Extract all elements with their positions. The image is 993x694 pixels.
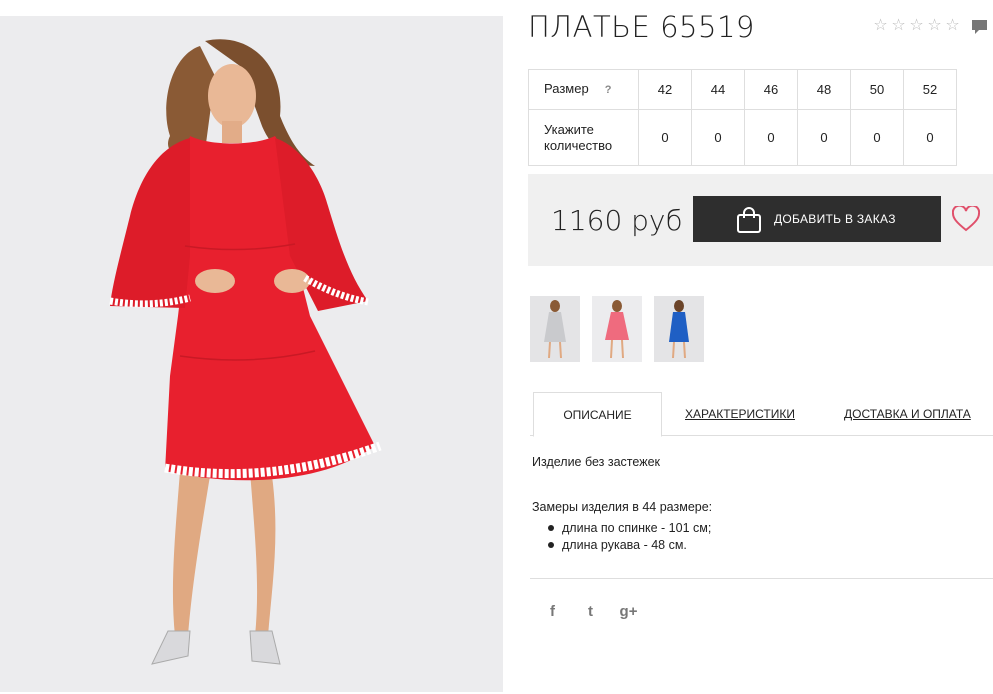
quantity-label-line2: количество xyxy=(544,137,613,153)
divider xyxy=(530,578,993,579)
product-title: ПЛАТЬЕ 65519 xyxy=(528,10,755,44)
quantity-input[interactable]: 0 xyxy=(744,109,798,166)
thumbnail-grey-dress[interactable] xyxy=(530,296,580,362)
product-main-image[interactable] xyxy=(0,16,503,692)
bullet-icon xyxy=(548,541,554,548)
blue-dress-thumbnail-image xyxy=(654,296,704,362)
size-cell: 44 xyxy=(691,69,745,110)
tab-delivery-payment[interactable]: ДОСТАВКА И ОПЛАТА xyxy=(844,392,971,436)
quantity-input[interactable]: 0 xyxy=(638,109,692,166)
tab-characteristics[interactable]: ХАРАКТЕРИСТИКИ xyxy=(685,392,795,436)
star-icon[interactable]: ☆ xyxy=(908,17,925,34)
size-row: Размер? 42 44 46 48 50 52 xyxy=(528,69,957,110)
list-item-text: длина по спинке - 101 см; xyxy=(562,521,712,535)
twitter-icon[interactable]: t xyxy=(581,603,600,620)
quantity-row: Укажите количество 0 0 0 0 0 0 xyxy=(528,109,957,166)
bullet-icon xyxy=(548,524,554,531)
add-to-order-button[interactable]: ДОБАВИТЬ В ЗАКАЗ xyxy=(693,196,941,242)
heart-icon[interactable] xyxy=(952,206,980,232)
social-share: f t g+ xyxy=(543,603,638,620)
dress-photo-illustration xyxy=(0,16,503,692)
shopping-bag-icon xyxy=(737,207,761,233)
size-cell: 48 xyxy=(797,69,851,110)
size-cell: 50 xyxy=(850,69,904,110)
size-row-header: Размер? xyxy=(528,69,639,110)
thumbnail-pink-dress[interactable] xyxy=(592,296,642,362)
buy-box: 1160 руб ДОБАВИТЬ В ЗАКАЗ xyxy=(528,174,993,266)
size-cell: 46 xyxy=(744,69,798,110)
grey-dress-thumbnail-image xyxy=(530,296,580,362)
info-tabs: ОПИСАНИЕ ХАРАКТЕРИСТИКИ ДОСТАВКА И ОПЛАТ… xyxy=(530,392,993,437)
quantity-label-line1: Укажите xyxy=(544,121,594,137)
quantity-input[interactable]: 0 xyxy=(903,109,957,166)
google-plus-icon[interactable]: g+ xyxy=(619,603,638,620)
quantity-row-header: Укажите количество xyxy=(528,109,639,166)
size-help-icon[interactable]: ? xyxy=(605,84,612,96)
list-item-text: длина рукава - 48 см. xyxy=(562,538,687,552)
list-item: длина рукава - 48 см. xyxy=(548,537,711,554)
size-table: Размер? 42 44 46 48 50 52 Укажите количе… xyxy=(528,69,957,166)
star-icon[interactable]: ☆ xyxy=(944,17,961,34)
quantity-input[interactable]: 0 xyxy=(797,109,851,166)
quantity-input[interactable]: 0 xyxy=(850,109,904,166)
quantity-input[interactable]: 0 xyxy=(691,109,745,166)
price: 1160 руб xyxy=(551,204,683,237)
star-icon[interactable]: ☆ xyxy=(890,17,907,34)
facebook-icon[interactable]: f xyxy=(543,603,562,620)
thumbnail-gallery xyxy=(530,296,704,362)
thumbnail-blue-dress[interactable] xyxy=(654,296,704,362)
rating-stars[interactable]: ☆ ☆ ☆ ☆ ☆ xyxy=(872,17,961,34)
list-item: длина по спинке - 101 см; xyxy=(548,520,711,537)
description-text: Изделие без застежек xyxy=(532,455,660,469)
size-label: Размер xyxy=(544,81,589,96)
tab-description[interactable]: ОПИСАНИЕ xyxy=(533,392,662,437)
comment-icon[interactable] xyxy=(971,19,988,36)
size-cell: 52 xyxy=(903,69,957,110)
measurements-heading: Замеры изделия в 44 размере: xyxy=(532,500,713,514)
measurements-list: длина по спинке - 101 см; длина рукава -… xyxy=(548,520,711,554)
size-cell: 42 xyxy=(638,69,692,110)
add-to-order-label: ДОБАВИТЬ В ЗАКАЗ xyxy=(774,212,896,226)
star-icon[interactable]: ☆ xyxy=(872,17,889,34)
star-icon[interactable]: ☆ xyxy=(926,17,943,34)
pink-dress-thumbnail-image xyxy=(592,296,642,362)
